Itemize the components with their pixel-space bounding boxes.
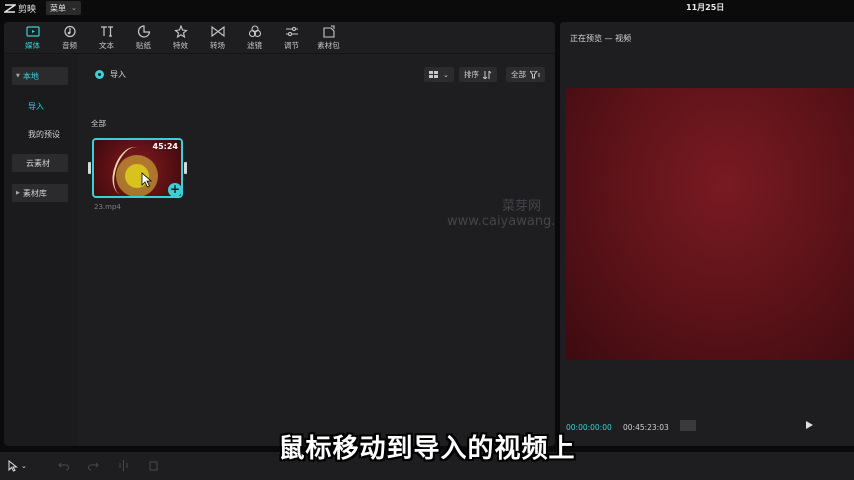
tab-adjust[interactable]: 调节	[273, 22, 310, 54]
tab-package-label: 素材包	[317, 41, 340, 50]
watermark-text: 菜芽网	[502, 199, 542, 214]
media-panel: 媒体 音频 文本 贴纸 特效 转场 滤镜 调节 素材包 ▼ 本地 导入 我的预设…	[4, 22, 555, 446]
menu-button[interactable]: 菜单 ⌄	[46, 1, 81, 15]
tutorial-subtitle: 鼠标移动到导入的视频上	[278, 434, 576, 464]
add-to-timeline-button[interactable]: +	[168, 183, 182, 197]
import-icon	[95, 70, 104, 79]
media-duration: 45:24	[152, 142, 178, 151]
tab-audio-label: 音频	[62, 41, 77, 50]
tab-media-label: 媒体	[25, 41, 40, 50]
sidebar-item-label: 云素材	[26, 158, 50, 168]
tab-audio[interactable]: 音频	[51, 22, 88, 54]
sidebar-item-label: 导入	[28, 101, 44, 111]
media-sidebar: ▼ 本地 导入 我的预设 云素材 ▶ 素材库	[4, 55, 78, 446]
filter-button[interactable]: 全部	[506, 67, 545, 82]
menu-label: 菜单	[50, 3, 67, 13]
import-button[interactable]: 导入	[95, 69, 126, 80]
funnel-icon	[530, 70, 540, 78]
app-name: 剪映	[18, 4, 37, 15]
sidebar-item-label: 本地	[22, 71, 39, 81]
tab-text[interactable]: 文本	[88, 22, 125, 54]
preview-video-frame[interactable]	[566, 88, 854, 360]
sort-button[interactable]: 排序	[459, 67, 497, 82]
tab-transition[interactable]: 转场	[199, 22, 236, 54]
grid-view-icon	[429, 70, 438, 78]
media-filename: 23.mp4	[94, 203, 121, 211]
text-icon	[100, 26, 113, 37]
tab-media[interactable]: 媒体	[14, 22, 51, 54]
tab-transition-label: 转场	[210, 41, 225, 50]
preview-panel: 正在预览 — 视频 00:00:00:00 00:45:23:03	[560, 22, 854, 446]
thumb-right-handle[interactable]	[184, 162, 187, 174]
sort-label: 排序	[464, 70, 479, 79]
thumb-left-handle[interactable]	[88, 162, 91, 174]
sidebar-item-library[interactable]: ▶ 素材库	[12, 184, 68, 202]
tab-filter[interactable]: 滤镜	[236, 22, 273, 54]
app-logo: 剪映	[4, 2, 36, 15]
triangle-right-icon: ▶	[16, 190, 20, 196]
tab-adjust-label: 调节	[284, 41, 299, 50]
tab-sticker[interactable]: 贴纸	[125, 22, 162, 54]
tab-package[interactable]: 素材包	[310, 22, 347, 54]
sidebar-item-presets[interactable]: 我的预设	[12, 125, 68, 143]
sidebar-item-cloud[interactable]: 云素材	[12, 154, 68, 172]
triangle-down-icon: ▼	[16, 73, 20, 79]
tab-filter-label: 滤镜	[247, 41, 262, 50]
tab-text-label: 文本	[99, 41, 114, 50]
watermark-url: www.caiyawang.com	[447, 214, 555, 229]
sticker-icon	[137, 25, 150, 38]
sidebar-item-import[interactable]: 导入	[12, 97, 68, 115]
feature-toolbar: 媒体 音频 文本 贴纸 特效 转场 滤镜 调节 素材包	[4, 22, 555, 54]
package-icon	[322, 25, 335, 38]
effects-icon	[173, 25, 188, 38]
preview-title: 正在预览 — 视频	[570, 34, 632, 43]
transition-icon	[210, 25, 225, 38]
filter-icon	[248, 25, 261, 38]
audio-icon	[63, 25, 76, 38]
date-display: 11月25日	[686, 3, 725, 12]
tab-sticker-label: 贴纸	[136, 41, 151, 50]
tab-effects[interactable]: 特效	[162, 22, 199, 54]
filter-label: 全部	[511, 70, 526, 79]
media-content: 导入 ⌄ 排序 全部 全部 45:24 + 23.mp4	[82, 55, 555, 446]
sidebar-item-label: 我的预设	[28, 129, 60, 139]
sidebar-item-label: 素材库	[22, 188, 47, 198]
sort-icon	[483, 70, 492, 79]
mouse-cursor-icon	[141, 172, 153, 188]
media-icon	[25, 26, 40, 37]
capcut-logo-icon	[4, 3, 16, 13]
title-bar: 剪映 菜单 ⌄ 11月25日	[0, 0, 854, 16]
sidebar-item-local[interactable]: ▼ 本地	[12, 67, 68, 85]
tab-effects-label: 特效	[173, 41, 188, 50]
chevron-down-icon: ⌄	[71, 4, 77, 12]
chevron-down-icon: ⌄	[443, 70, 449, 79]
import-label: 导入	[110, 70, 126, 79]
view-mode-dropdown[interactable]: ⌄	[424, 67, 454, 82]
adjust-icon	[285, 26, 298, 37]
all-section-label: 全部	[91, 119, 106, 128]
